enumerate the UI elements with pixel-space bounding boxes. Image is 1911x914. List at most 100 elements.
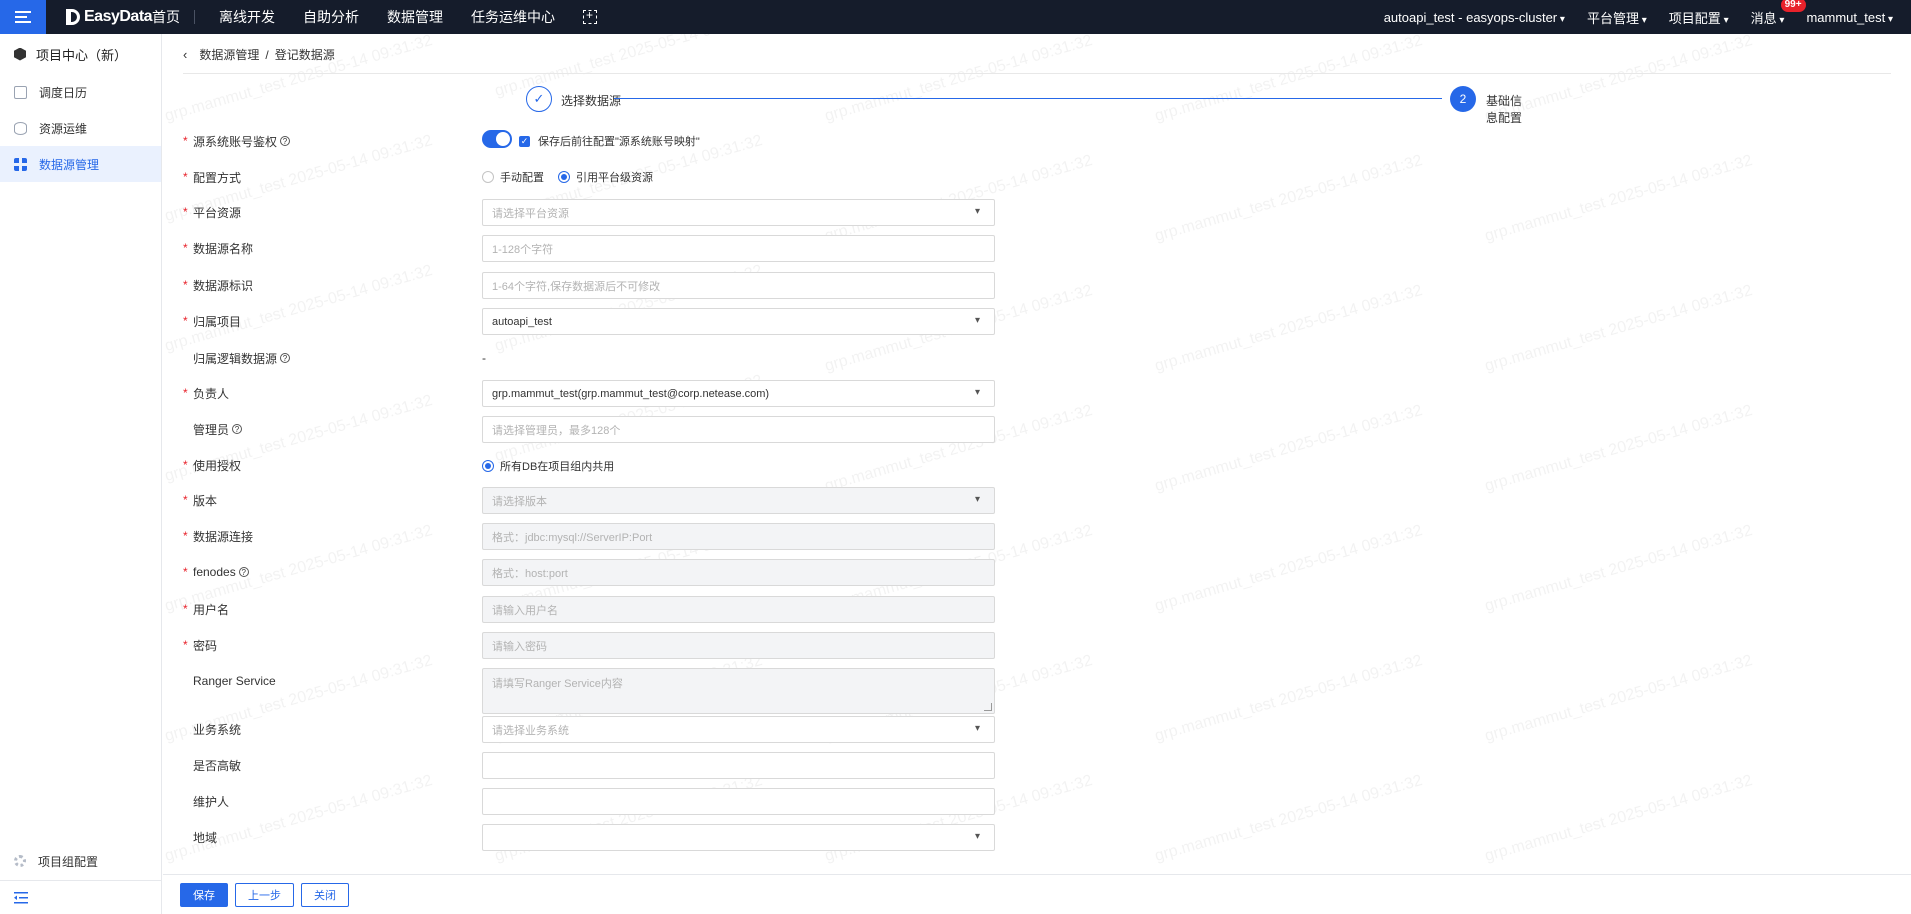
biz-select[interactable]: 请选择业务系统 (482, 716, 995, 743)
sidebar-title: 项目中心（新） (36, 47, 128, 63)
gear-icon (14, 855, 26, 867)
form-row-config-mode: * 配置方式 (183, 170, 242, 185)
form-row-username: * 用户名 (183, 602, 230, 617)
field-label: 平台资源 (193, 205, 242, 220)
form-row-conn: * 数据源连接 (183, 529, 254, 544)
message-count-badge: 99+ (1780, 0, 1806, 12)
form-row-account-auth: * 源系统账号鉴权? (183, 127, 313, 155)
help-icon[interactable]: ? (238, 567, 249, 577)
field-label: fenodes (193, 565, 236, 579)
add-app-icon[interactable] (583, 8, 597, 24)
form-row-platform-resource: * 平台资源 (183, 205, 242, 220)
form-row-admin: 管理员? (183, 415, 313, 443)
close-button[interactable]: 关闭 (301, 882, 349, 907)
nav-data-management[interactable]: 数据管理 (373, 0, 457, 34)
menu-toggle-button[interactable] (0, 0, 46, 34)
form-row-owner: * 负责人 (183, 386, 230, 401)
username-input[interactable]: 请输入用户名 (482, 596, 995, 623)
field-label: 数据源连接 (193, 529, 254, 544)
breadcrumb-parent[interactable]: 数据源管理 (199, 46, 259, 63)
owner-select[interactable]: grp.mammut_test(grp.mammut_test@corp.net… (482, 380, 995, 407)
sidebar-item-resource-ops[interactable]: 资源运维 (0, 110, 161, 146)
checkbox-label: 保存后前往配置"源系统账号映射" (538, 136, 700, 148)
steps: ✓ 选择数据源 2 基础信息配置 (526, 86, 1526, 125)
field-label: 归属逻辑数据源 (193, 351, 278, 366)
ds-name-input[interactable]: 1-128个字符 (482, 235, 995, 262)
messages-menu[interactable]: 消息 99+ (1751, 0, 1806, 27)
sidebar-collapse-button[interactable] (0, 880, 161, 914)
form-row-ranger: Ranger Service (183, 667, 313, 695)
collapse-icon (14, 891, 28, 903)
field-label: 数据源名称 (193, 241, 254, 256)
field-label: 负责人 (193, 386, 230, 401)
radio-platform-resource[interactable]: 引用平台级资源 (558, 169, 653, 185)
form-row-biz: 业务系统 (183, 715, 313, 743)
database-icon (14, 121, 27, 135)
cluster-selector[interactable]: autoapi_test - easyops-cluster (1384, 10, 1565, 25)
ds-id-input[interactable]: 1-64个字符,保存数据源后不可修改 (482, 272, 995, 299)
project-select[interactable]: autoapi_test (482, 308, 995, 335)
sidebar-item-datasource-management[interactable]: 数据源管理 (0, 146, 161, 182)
step-connector (614, 98, 1442, 99)
nav-task-ops[interactable]: 任务运维中心 (457, 0, 569, 34)
footer-actions: 保存 上一步 关闭 (163, 874, 1911, 914)
form-row-ds-name: * 数据源名称 (183, 241, 254, 256)
resize-handle-icon[interactable] (984, 703, 992, 711)
nav-self-analysis[interactable]: 自助分析 (289, 0, 373, 34)
user-menu[interactable]: mammut_test (1806, 10, 1893, 25)
sidebar-item-schedule-calendar[interactable]: 调度日历 (0, 74, 161, 110)
config-mapping-checkbox[interactable]: ✓ 保存后前往配置"源系统账号映射" (519, 133, 700, 149)
prev-step-button[interactable]: 上一步 (235, 882, 294, 907)
app-logo[interactable]: EasyData (66, 0, 153, 34)
radio-shared-db[interactable]: 所有DB在项目组内共用 (482, 458, 614, 474)
step-done-check-icon: ✓ (526, 86, 552, 112)
account-auth-toggle[interactable] (482, 130, 512, 148)
breadcrumb-current: 登记数据源 (274, 48, 335, 62)
logo-icon (66, 9, 80, 25)
radio-manual-config[interactable]: 手动配置 (482, 169, 544, 185)
conn-input[interactable]: 格式：jdbc:mysql://ServerIP:Port (482, 523, 995, 550)
back-chevron-icon[interactable]: ‹ (183, 47, 187, 62)
project-center-icon (14, 47, 26, 61)
admin-select[interactable]: 请选择管理员，最多128个 (482, 416, 995, 443)
form-row-auth: * 使用授权 (183, 458, 242, 473)
main-nav: 首页 离线开发 自助分析 数据管理 任务运维中心 (152, 0, 597, 34)
field-label: 是否高敏 (193, 758, 242, 773)
breadcrumb: ‹ 数据源管理 / 登记数据源 (183, 46, 335, 63)
field-label: 配置方式 (193, 170, 242, 185)
form-row-fenodes: * fenodes? (183, 558, 313, 586)
field-label: 地域 (193, 830, 218, 845)
region-select[interactable] (482, 824, 995, 851)
sensitive-input[interactable] (482, 752, 995, 779)
help-icon[interactable]: ? (232, 424, 243, 434)
help-icon[interactable]: ? (280, 136, 291, 146)
field-label: 版本 (193, 493, 218, 508)
step-1-label: 选择数据源 (561, 94, 622, 108)
checkbox-checked-icon: ✓ (519, 135, 530, 147)
form-row-logical-ds: 归属逻辑数据源? (183, 344, 313, 372)
version-select[interactable]: 请选择版本 (482, 487, 995, 514)
sidebar-item-label: 资源运维 (39, 121, 88, 136)
form-row-maintainer: 维护人 (183, 787, 313, 815)
auth-radio-group: 所有DB在项目组内共用 (482, 458, 614, 474)
form-row-password: * 密码 (183, 638, 218, 653)
form-row-project: * 归属项目 (183, 314, 242, 329)
field-label: 源系统账号鉴权 (193, 134, 278, 149)
fenodes-input[interactable]: 格式：host:port (482, 559, 995, 586)
sidebar-item-label: 项目组配置 (38, 854, 99, 869)
nav-offline-dev[interactable]: 离线开发 (205, 0, 289, 34)
maintainer-input[interactable] (482, 788, 995, 815)
sidebar-item-project-group-config[interactable]: 项目组配置 (0, 844, 161, 878)
logical-ds-value: - (482, 351, 486, 365)
help-icon[interactable]: ? (280, 353, 291, 363)
field-label: 管理员 (193, 422, 230, 437)
platform-menu[interactable]: 平台管理 (1587, 8, 1647, 27)
sidebar: 项目中心（新） 调度日历 资源运维 数据源管理 项目组配置 (0, 34, 162, 914)
nav-home[interactable]: 首页 (152, 10, 195, 24)
platform-resource-select[interactable]: 请选择平台资源 (482, 199, 995, 226)
ranger-textarea[interactable]: 请填写Ranger Service内容 (482, 668, 995, 714)
project-config-menu[interactable]: 项目配置 (1669, 8, 1729, 27)
password-input[interactable]: 请输入密码 (482, 632, 995, 659)
calendar-icon (14, 85, 27, 99)
save-button[interactable]: 保存 (180, 882, 228, 907)
